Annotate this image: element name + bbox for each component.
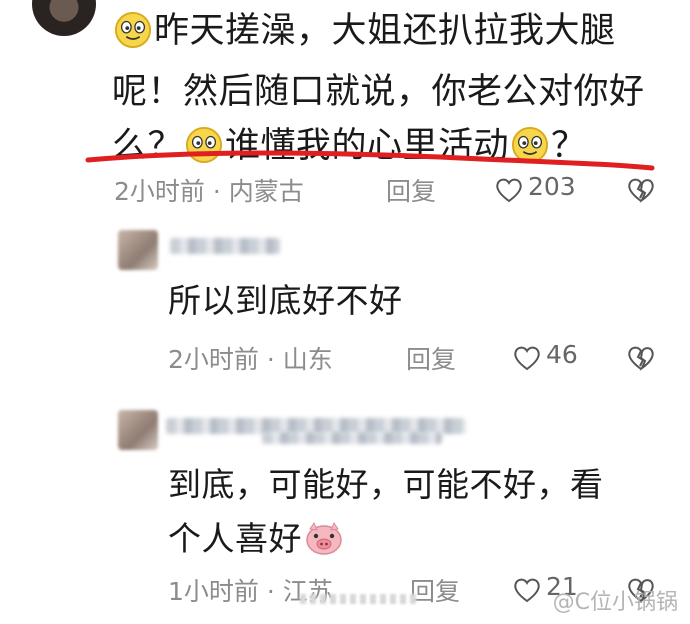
- location: 山东: [282, 345, 333, 374]
- comment-meta: 2小时前 · 内蒙古: [114, 172, 304, 208]
- like-count: 46: [546, 340, 578, 369]
- like-heart-icon[interactable]: [494, 176, 524, 204]
- watermark-dots: [300, 594, 420, 604]
- location: 内蒙古: [228, 177, 304, 206]
- comment-thread: 昨天搓澡，大姐还扒拉我大腿 呢！然后随口就说，你老公对你好 么？ 谁懂我的心里活…: [0, 0, 690, 624]
- reply-avatar[interactable]: [118, 230, 158, 270]
- reply-username-blurred: [170, 238, 280, 254]
- reply-text-content: 所以到底好不好: [168, 281, 403, 320]
- reply-button[interactable]: 回复: [386, 172, 436, 208]
- reply-text-line-2: 个人喜好: [168, 519, 302, 558]
- separator: ·: [266, 577, 275, 606]
- like-heart-icon[interactable]: [512, 576, 542, 604]
- pig-face-icon: [304, 519, 344, 573]
- timestamp: 2小时前: [114, 177, 205, 206]
- reply-text: 所以到底好不好: [168, 274, 403, 328]
- reply-label: 回复: [406, 345, 457, 374]
- timestamp: 1小时前: [168, 577, 259, 606]
- dislike-broken-heart-icon[interactable]: [626, 176, 656, 204]
- reply-text-line-1: 到底，可能好，可能不好，看: [168, 465, 604, 504]
- timestamp: 2小时前: [168, 345, 259, 374]
- reply-avatar[interactable]: [118, 410, 158, 450]
- reply-label: 回复: [386, 177, 437, 206]
- reply-text: 到底，可能好，可能不好，看 个人喜好: [168, 458, 604, 573]
- like-count: 203: [528, 172, 576, 201]
- separator: ·: [212, 177, 221, 206]
- reply-meta: 2小时前 · 山东: [168, 340, 333, 376]
- like-heart-icon[interactable]: [512, 344, 542, 372]
- watermark: @C位小锅锅: [552, 590, 678, 615]
- separator: ·: [266, 345, 275, 374]
- red-underline-annotation: [85, 150, 655, 171]
- reply-text-line-2-wrap: 个人喜好: [168, 512, 604, 573]
- reply-button[interactable]: 回复: [406, 340, 456, 376]
- reply-username-blurred: [262, 432, 442, 444]
- dislike-broken-heart-icon[interactable]: [626, 344, 656, 372]
